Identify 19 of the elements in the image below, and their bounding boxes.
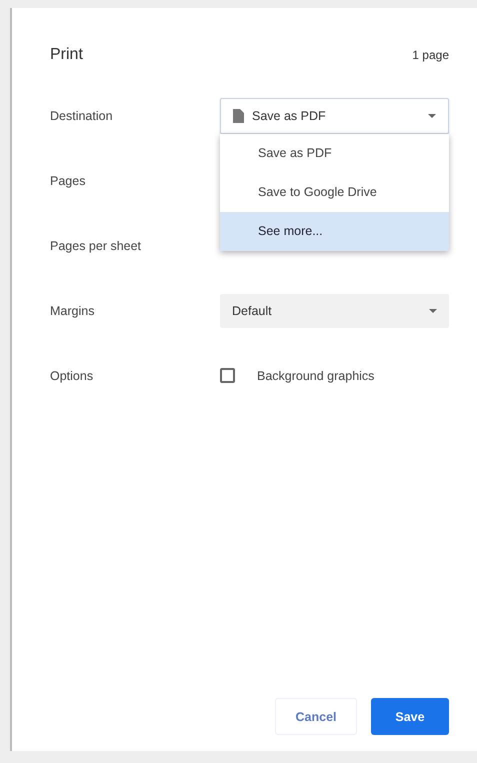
document-icon bbox=[233, 108, 244, 122]
select-field[interactable]: Default bbox=[220, 294, 449, 328]
caret-icon bbox=[429, 308, 437, 312]
cancel-button[interactable]: Cancel bbox=[275, 698, 357, 735]
page-count: 1 page bbox=[412, 48, 449, 62]
setting-label: Destination bbox=[50, 108, 114, 122]
checkbox[interactable] bbox=[220, 368, 235, 383]
caret-icon bbox=[428, 114, 436, 118]
setting-label: Options bbox=[50, 368, 94, 382]
menu-item[interactable]: Save as PDF bbox=[220, 134, 449, 172]
save-button[interactable]: Save bbox=[371, 698, 449, 735]
setting-label: Margins bbox=[50, 304, 96, 318]
menu-item[interactable]: Save to Google Drive bbox=[220, 172, 449, 212]
checkbox-label: Background graphics bbox=[257, 368, 374, 382]
setting-label: Pages bbox=[50, 174, 86, 188]
setting-label: Pages per sheet bbox=[50, 238, 142, 252]
dialog-title: Print bbox=[50, 46, 83, 64]
menu-item[interactable]: See more... bbox=[220, 212, 449, 250]
select-field[interactable]: Save as PDF bbox=[220, 98, 449, 134]
